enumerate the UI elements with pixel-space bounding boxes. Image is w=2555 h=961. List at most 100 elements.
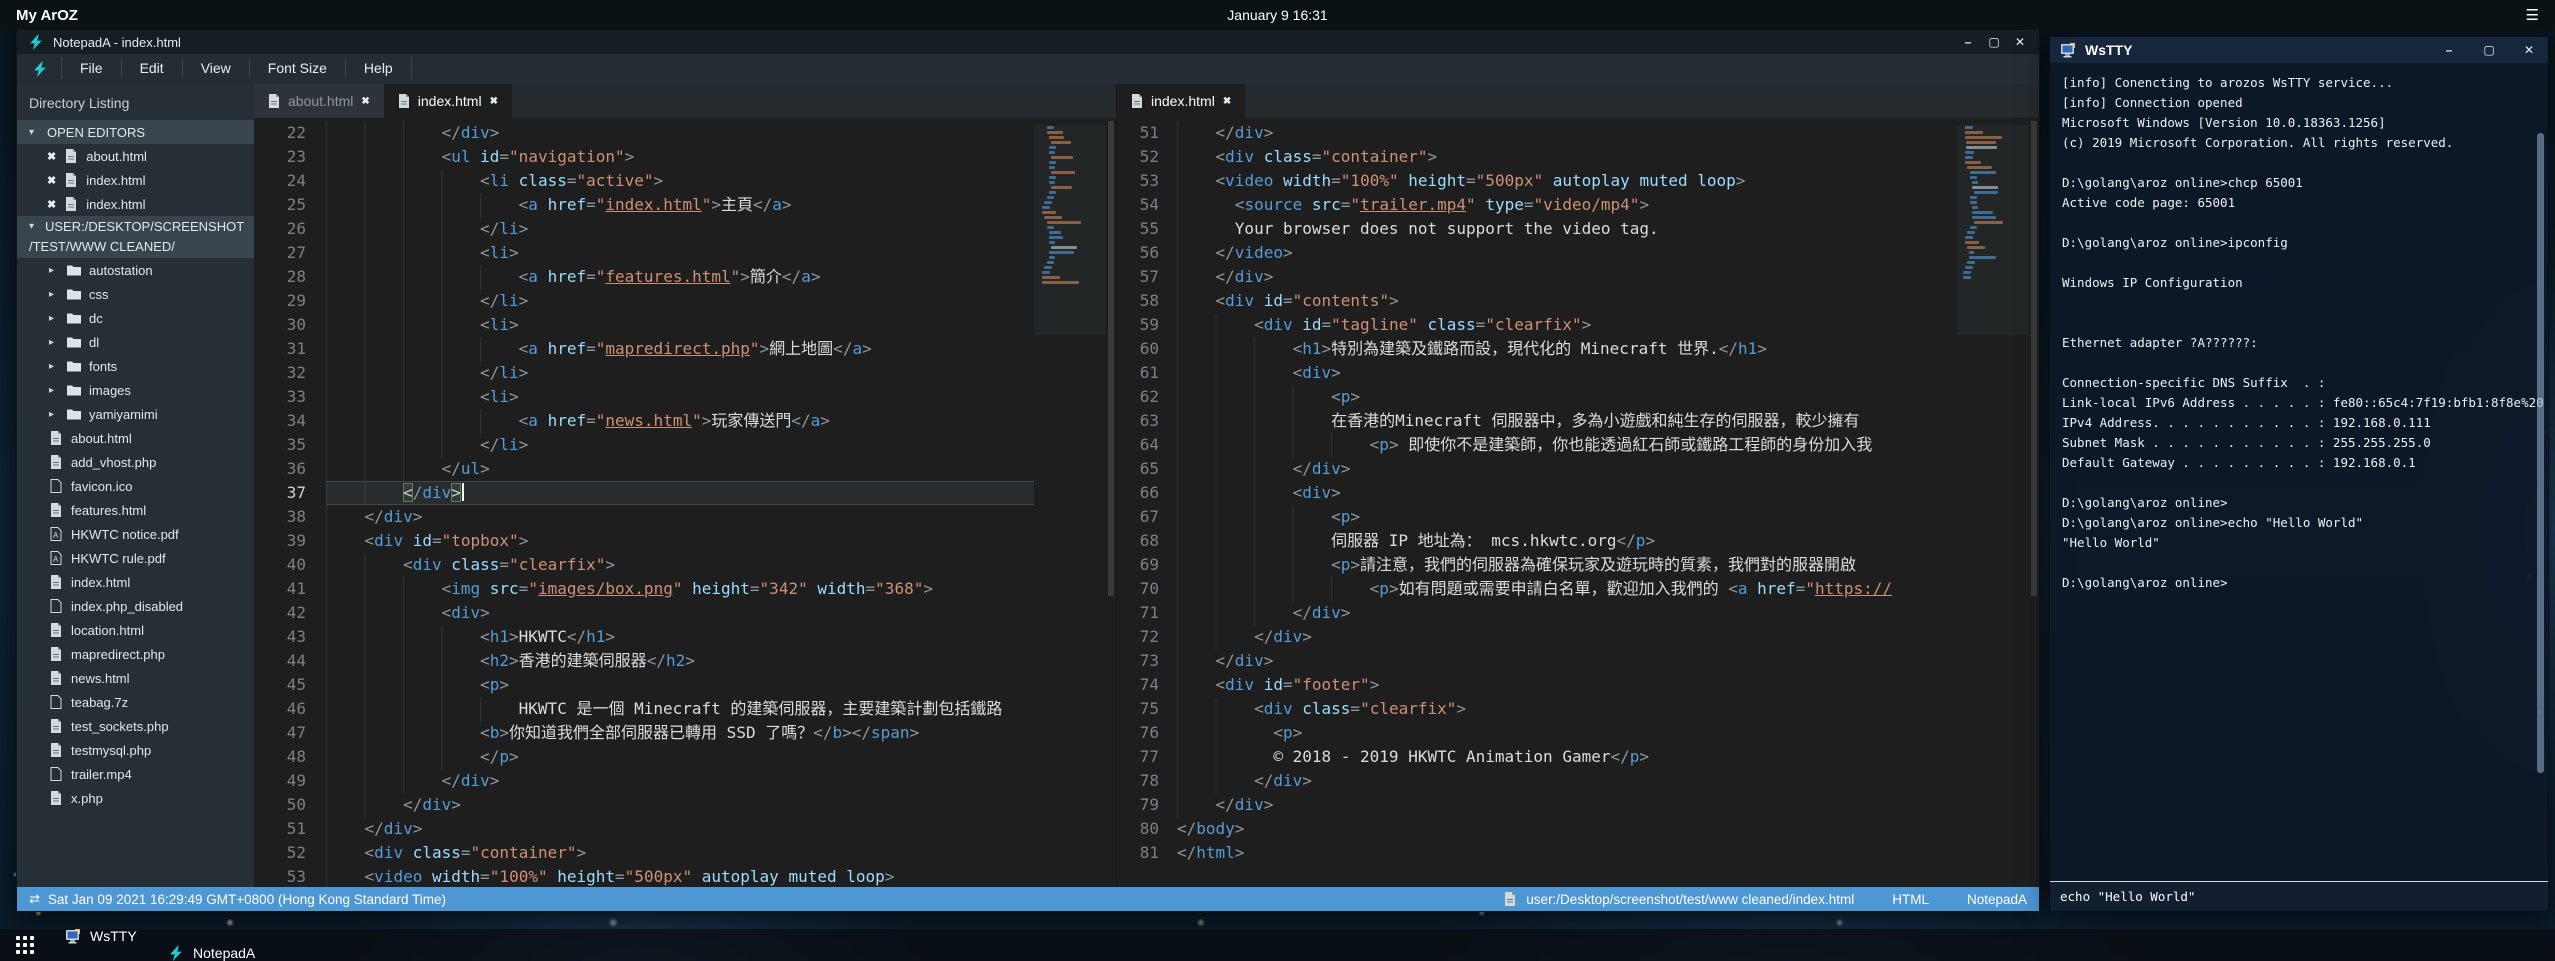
tree-folder-autostation[interactable]: autostation	[17, 258, 254, 282]
code-line-36[interactable]: </ul>	[326, 457, 1034, 481]
tree-section-open-editors[interactable]: OPEN EDITORS	[17, 120, 254, 144]
code-line-27[interactable]: <li>	[326, 241, 1034, 265]
tree-file-item[interactable]: x.php	[17, 786, 254, 810]
code-line-56[interactable]: </video>	[1177, 241, 1957, 265]
close-tab-icon[interactable]	[1223, 96, 1231, 107]
tree-file-item[interactable]: about.html	[17, 426, 254, 450]
editor-scrollbar[interactable]	[2029, 121, 2039, 887]
editor-pane-left[interactable]: about.htmlindex.html22232425262728293031…	[254, 84, 1116, 887]
scrollbar-thumb[interactable]	[1108, 121, 1114, 596]
terminal-output[interactable]: [info] Conencting to arozos WsTTY servic…	[2050, 63, 2548, 881]
code-line-38[interactable]: </div>	[326, 505, 1034, 529]
code-line-46[interactable]: HKWTC 是一個 Minecraft 的建築伺服器，主要建築計劃包括鐵路	[326, 697, 1034, 721]
code-line-61[interactable]: <div>	[1177, 361, 1957, 385]
code-line-65[interactable]: </div>	[1177, 457, 1957, 481]
code-line-77[interactable]: © 2018 - 2019 HKWTC Animation Gamer</p>	[1177, 745, 1957, 769]
menu-item-file[interactable]: File	[61, 57, 122, 79]
code-line-45[interactable]: <p>	[326, 673, 1034, 697]
code-line-73[interactable]: </div>	[1177, 649, 1957, 673]
code-line-71[interactable]: </div>	[1177, 601, 1957, 625]
maximize-button[interactable]	[1985, 34, 2003, 50]
close-tab-icon[interactable]	[361, 96, 369, 107]
app-grid-icon[interactable]	[16, 936, 35, 955]
tree-file-item[interactable]: favicon.ico	[17, 474, 254, 498]
tree-file-item[interactable]: mapredirect.php	[17, 642, 254, 666]
tree-section-workspace[interactable]: USER:/DESKTOP/SCREENSHOT/TEST/WWW CLEANE…	[17, 216, 254, 258]
close-editor-icon[interactable]	[47, 174, 56, 187]
tree-file-item[interactable]: testmysql.php	[17, 738, 254, 762]
code-line-50[interactable]: </div>	[326, 793, 1034, 817]
editor-scrollbar[interactable]	[1106, 121, 1116, 887]
code-line-41[interactable]: <img src="images/box.png" height="342" w…	[326, 577, 1034, 601]
code-line-54[interactable]: <source src="trailer.mp4" type="video/mp…	[1177, 193, 1957, 217]
code-area[interactable]: 5152535455565758596061626364656667686970…	[1117, 118, 2039, 887]
directory-tree[interactable]: OPEN EDITORSabout.htmlindex.htmlindex.ht…	[17, 120, 254, 887]
tree-file-item[interactable]: features.html	[17, 498, 254, 522]
code-line-69[interactable]: <p>請注意，我們的伺服器為確保玩家及遊玩時的質素，我們對的服器開啟	[1177, 553, 1957, 577]
code-line-37[interactable]: </div>	[326, 481, 1034, 505]
code-line-75[interactable]: <div class="clearfix">	[1177, 697, 1957, 721]
minimap[interactable]	[1957, 121, 2029, 887]
tree-file-item[interactable]: test_sockets.php	[17, 714, 254, 738]
code-line-30[interactable]: <li>	[326, 313, 1034, 337]
code-line-23[interactable]: <ul id="navigation">	[326, 145, 1034, 169]
code-line-68[interactable]: 伺服器 IP 地址為： mcs.hkwtc.org</p>	[1177, 529, 1957, 553]
open-editor-item[interactable]: index.html	[17, 168, 254, 192]
code-line-43[interactable]: <h1>HKWTC</h1>	[326, 625, 1034, 649]
code-lines[interactable]: </div> <ul id="navigation"> <li class="a…	[326, 121, 1034, 887]
code-lines[interactable]: </div> <div class="container"> <video wi…	[1177, 121, 1957, 887]
code-line-64[interactable]: <p> 即使你不是建築師，你也能透過紅石師或鐵路工程師的身份加入我	[1177, 433, 1957, 457]
code-line-26[interactable]: </li>	[326, 217, 1034, 241]
tree-file-item[interactable]: trailer.mp4	[17, 762, 254, 786]
code-line-81[interactable]: </html>	[1177, 841, 1957, 865]
tree-file-item[interactable]: index.html	[17, 570, 254, 594]
code-line-33[interactable]: <li>	[326, 385, 1034, 409]
close-editor-icon[interactable]	[47, 198, 56, 211]
tab-index.html[interactable]: index.html	[1117, 84, 1245, 118]
close-button[interactable]	[2011, 34, 2029, 50]
menu-item-view[interactable]: View	[183, 57, 250, 79]
code-line-40[interactable]: <div class="clearfix">	[326, 553, 1034, 577]
tree-folder-images[interactable]: images	[17, 378, 254, 402]
tree-file-item[interactable]: add_vhost.php	[17, 450, 254, 474]
tree-folder-css[interactable]: css	[17, 282, 254, 306]
code-line-35[interactable]: </li>	[326, 433, 1034, 457]
tree-file-item[interactable]: location.html	[17, 618, 254, 642]
code-line-59[interactable]: <div id="tagline" class="clearfix">	[1177, 313, 1957, 337]
open-editor-item[interactable]: index.html	[17, 192, 254, 216]
taskbar-item-notepada[interactable]: NotepadA	[159, 944, 263, 961]
tree-folder-fonts[interactable]: fonts	[17, 354, 254, 378]
menu-item-edit[interactable]: Edit	[122, 57, 183, 79]
code-line-24[interactable]: <li class="active">	[326, 169, 1034, 193]
open-editor-item[interactable]: about.html	[17, 144, 254, 168]
code-line-49[interactable]: </div>	[326, 769, 1034, 793]
tab-about.html[interactable]: about.html	[254, 84, 384, 118]
maximize-button[interactable]	[2480, 42, 2498, 58]
code-line-52[interactable]: <div class="container">	[326, 841, 1034, 865]
code-line-79[interactable]: </div>	[1177, 793, 1957, 817]
code-line-58[interactable]: <div id="contents">	[1177, 289, 1957, 313]
tree-folder-dl[interactable]: dl	[17, 330, 254, 354]
code-line-31[interactable]: <a href="mapredirect.php">網上地圖</a>	[326, 337, 1034, 361]
code-line-32[interactable]: </li>	[326, 361, 1034, 385]
code-line-22[interactable]: </div>	[326, 121, 1034, 145]
scrollbar-thumb[interactable]	[2031, 121, 2037, 596]
code-line-52[interactable]: <div class="container">	[1177, 145, 1957, 169]
code-line-66[interactable]: <div>	[1177, 481, 1957, 505]
hamburger-menu-icon[interactable]	[2526, 6, 2539, 24]
code-line-70[interactable]: <p>如有問題或需要申請白名單，歡迎加入我們的 <a href="https:/…	[1177, 577, 1957, 601]
code-line-28[interactable]: <a href="features.html">簡介</a>	[326, 265, 1034, 289]
notepada-titlebar[interactable]: NotepadA - index.html	[17, 30, 2039, 54]
code-line-42[interactable]: <div>	[326, 601, 1034, 625]
menu-item-font-size[interactable]: Font Size	[250, 57, 346, 79]
code-area[interactable]: 2223242526272829303132333435363738394041…	[254, 118, 1116, 887]
code-line-55[interactable]: Your browser does not support the video …	[1177, 217, 1957, 241]
minimize-button[interactable]	[2440, 42, 2458, 58]
code-line-57[interactable]: </div>	[1177, 265, 1957, 289]
code-line-60[interactable]: <h1>特別為建築及鐵路而設，現代化的 Minecraft 世界.</h1>	[1177, 337, 1957, 361]
minimize-button[interactable]	[1959, 34, 1977, 50]
code-line-63[interactable]: 在香港的Minecraft 伺服器中，多為小遊戲和純生存的伺服器，較少擁有	[1177, 409, 1957, 433]
code-line-53[interactable]: <video width="100%" height="500px" autop…	[326, 865, 1034, 887]
close-button[interactable]	[2520, 42, 2538, 58]
code-line-44[interactable]: <h2>香港的建築伺服器</h2>	[326, 649, 1034, 673]
